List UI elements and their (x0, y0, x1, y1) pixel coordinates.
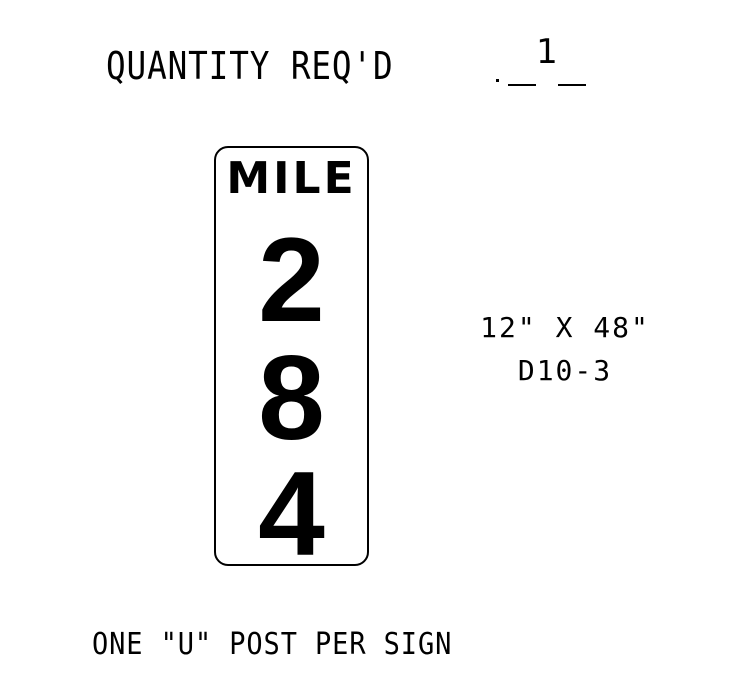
sign-digit-1: 2 (258, 213, 325, 347)
post-note: ONE "U" POST PER SIGN (92, 627, 453, 662)
quantity-underline-right (558, 84, 586, 86)
quantity-required-label: QUANTITY REQ'D (106, 44, 394, 88)
sign-title: MILE (226, 153, 357, 204)
quantity-dot (496, 79, 499, 82)
quantity-underline-left (508, 84, 536, 86)
quantity-required-value: 1 (536, 32, 558, 72)
sign-digit-3: 4 (258, 447, 325, 581)
sign-size: 12" X 48" (480, 311, 650, 344)
sign-code: D10-3 (517, 354, 613, 387)
mile-marker-sign: MILE 2 8 4 (214, 146, 369, 574)
sign-digit-2: 8 (258, 331, 325, 465)
